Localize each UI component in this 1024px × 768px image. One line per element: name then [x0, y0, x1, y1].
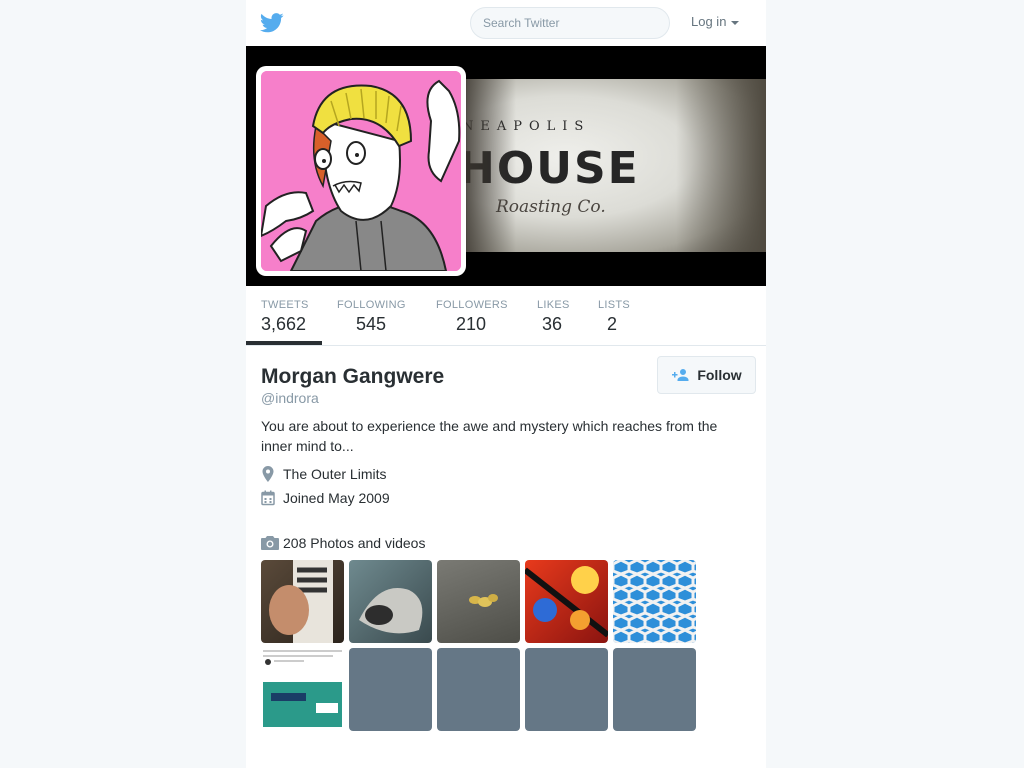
photo-net-pattern	[613, 560, 696, 643]
stat-likes[interactable]: LIKES 36	[524, 286, 580, 345]
joined-text: Joined May 2009	[283, 490, 390, 506]
media-thumbnail[interactable]	[613, 560, 696, 643]
media-thumbnail-placeholder[interactable]	[613, 648, 696, 731]
stat-tweets-label: TWEETS	[261, 299, 309, 311]
profile-stats-nav: TWEETS 3,662 FOLLOWING 545 FOLLOWERS 210…	[246, 286, 766, 346]
media-thumbnail-placeholder[interactable]	[349, 648, 432, 731]
cartoon-avatar-illustration	[261, 71, 461, 271]
stat-lists-value: 2	[607, 314, 618, 334]
add-user-icon	[672, 369, 689, 381]
stat-tweets[interactable]: TWEETS 3,662	[246, 286, 322, 345]
media-title-link[interactable]: 208 Photos and videos	[261, 535, 425, 551]
avatar-image	[261, 71, 461, 271]
media-thumbnail[interactable]	[437, 560, 520, 643]
media-title: 208 Photos and videos	[283, 535, 426, 551]
avatar[interactable]	[256, 66, 466, 276]
stat-tweets-value: 3,662	[261, 314, 307, 334]
banner-shadow-right	[676, 79, 766, 252]
media-thumbnail[interactable]	[261, 648, 344, 731]
photo-seeds	[469, 594, 498, 607]
follow-button[interactable]: Follow	[657, 356, 756, 394]
profile-location: The Outer Limits	[261, 466, 386, 482]
location-pin-icon	[262, 466, 274, 482]
profile-joined: Joined May 2009	[261, 490, 390, 506]
stat-following-value: 545	[356, 314, 387, 334]
photo-glass-art	[525, 566, 608, 638]
twitter-bird-icon[interactable]	[260, 12, 284, 34]
profile-bio: You are about to experience the awe and …	[261, 418, 718, 454]
stat-followers-value: 210	[456, 314, 487, 334]
stat-likes-label: LIKES	[537, 299, 570, 311]
calendar-icon	[261, 490, 275, 506]
stat-following[interactable]: FOLLOWING 545	[324, 286, 414, 345]
photo-hand-paper	[269, 560, 333, 643]
stat-followers[interactable]: FOLLOWERS 210	[424, 286, 514, 345]
stat-lists-label: LISTS	[598, 299, 631, 311]
login-label: Log in	[691, 14, 727, 29]
profile-name[interactable]: Morgan Gangwere	[261, 365, 444, 389]
media-thumbnail[interactable]	[525, 560, 608, 643]
media-thumbnail[interactable]	[349, 560, 432, 643]
banner-image: NEAPOLIS HOUSE Roasting Co.	[456, 79, 766, 252]
stat-lists[interactable]: LISTS 2	[586, 286, 636, 345]
media-thumbnail[interactable]	[261, 560, 344, 643]
top-bar: Log in	[246, 0, 766, 46]
search-input[interactable]	[470, 7, 670, 39]
profile-page: Log in NEAPOLIS HOUSE Roasting Co.	[246, 0, 766, 768]
profile-handle[interactable]: @indrora	[261, 390, 319, 406]
stat-following-label: FOLLOWING	[337, 299, 406, 311]
location-text: The Outer Limits	[283, 466, 387, 482]
chevron-down-icon	[731, 20, 740, 25]
follow-button-label: Follow	[697, 367, 742, 383]
photo-article-screenshot	[263, 650, 342, 727]
login-dropdown[interactable]: Log in	[691, 14, 740, 29]
photo-knit-tubes	[359, 588, 423, 634]
media-thumbnail-placeholder[interactable]	[437, 648, 520, 731]
stat-likes-value: 36	[542, 314, 563, 334]
media-thumbnail-placeholder[interactable]	[525, 648, 608, 731]
camera-icon	[261, 536, 279, 550]
stat-followers-label: FOLLOWERS	[436, 299, 508, 311]
